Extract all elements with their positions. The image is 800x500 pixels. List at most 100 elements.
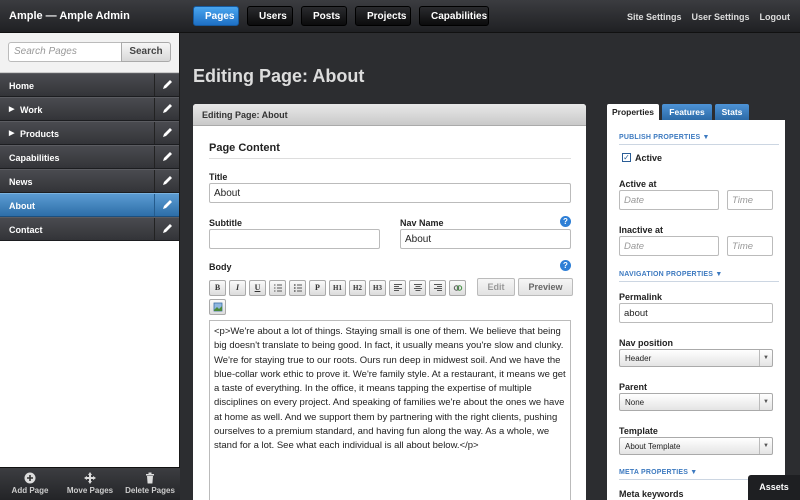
parent-value: None (625, 398, 645, 407)
properties-panel: PUBLISH PROPERTIES ▼ ✓ Active Active at … (607, 120, 785, 500)
align-right-icon (433, 284, 442, 291)
align-left-icon (393, 284, 402, 291)
nav-pages[interactable]: Pages (193, 6, 239, 26)
ordered-list-button[interactable] (269, 280, 286, 296)
help-icon[interactable]: ? (560, 216, 571, 227)
navigation-section-heading[interactable]: NAVIGATION PROPERTIES ▼ (619, 271, 722, 278)
unordered-list-button[interactable] (289, 280, 306, 296)
sidebar-item-work[interactable]: ▶ Work (0, 97, 179, 121)
italic-button[interactable]: I (229, 280, 246, 296)
sidebar-item-products[interactable]: ▶ Products (0, 121, 179, 145)
move-pages-button[interactable]: Move Pages (60, 468, 120, 500)
tab-stats[interactable]: Stats (715, 104, 749, 120)
search-placeholder: Search Pages (14, 46, 77, 57)
nav-users[interactable]: Users (247, 6, 293, 26)
sidebar-item-capabilities[interactable]: Capabilities (0, 145, 179, 169)
align-right-button[interactable] (429, 280, 446, 296)
inactive-date-input[interactable]: Date (619, 236, 719, 256)
trash-icon (146, 472, 154, 484)
delete-pages-button[interactable]: Delete Pages (120, 468, 180, 500)
site-settings-link[interactable]: Site Settings (627, 12, 682, 22)
expand-arrow-icon[interactable]: ▶ (9, 129, 14, 137)
user-settings-link[interactable]: User Settings (691, 12, 749, 22)
insert-link-button[interactable] (449, 280, 466, 296)
title-label: Title (209, 172, 228, 182)
insert-image-button[interactable] (209, 299, 226, 315)
chevron-down-icon: ▼ (759, 438, 772, 454)
page-title: Editing Page: About (193, 66, 365, 86)
active-date-input[interactable]: Date (619, 190, 719, 210)
permalink-input[interactable]: about (619, 303, 773, 323)
edit-page-button[interactable] (154, 98, 179, 120)
sidebar-item-label: News (9, 177, 33, 187)
active-time-input[interactable]: Time (727, 190, 773, 210)
sidebar-item-about[interactable]: About (0, 193, 179, 217)
inactive-time-input[interactable]: Time (727, 236, 773, 256)
nav-posts[interactable]: Posts (301, 6, 347, 26)
align-center-button[interactable] (409, 280, 426, 296)
preview-mode-button[interactable]: Preview (518, 278, 573, 296)
heading3-button[interactable]: H3 (369, 280, 386, 296)
help-icon[interactable]: ? (560, 260, 571, 271)
app-title: Ample — Ample Admin (9, 10, 130, 22)
nav-capabilities[interactable]: Capabilities (419, 6, 489, 26)
heading2-button[interactable]: H2 (349, 280, 366, 296)
edit-mode-button[interactable]: Edit (477, 278, 515, 296)
sidebar-item-label: Capabilities (9, 153, 60, 163)
assets-button[interactable]: Assets (748, 475, 800, 500)
pencil-icon (163, 104, 172, 113)
add-page-button[interactable]: Add Page (0, 468, 60, 500)
nav-position-select[interactable]: Header ▼ (619, 349, 773, 367)
edit-page-button[interactable] (154, 170, 179, 192)
paragraph-button[interactable]: P (309, 280, 326, 296)
search-area: Search Pages Search (0, 33, 179, 73)
navname-input[interactable]: About (400, 229, 571, 249)
meta-section-heading[interactable]: META PROPERTIES ▼ (619, 469, 697, 476)
publish-section-title: PUBLISH PROPERTIES (619, 134, 701, 141)
add-circle-icon (24, 472, 36, 484)
search-input[interactable]: Search Pages (8, 42, 122, 62)
body-textarea[interactable]: <p>We're about a lot of things. Staying … (209, 320, 571, 500)
chevron-down-icon: ▼ (759, 394, 772, 410)
template-select[interactable]: About Template ▼ (619, 437, 773, 455)
chevron-down-icon: ▼ (690, 469, 698, 476)
active-label: Active (635, 153, 663, 163)
navigation-section-title: NAVIGATION PROPERTIES (619, 271, 714, 278)
active-checkbox[interactable]: ✓ (622, 153, 631, 162)
pencil-icon (163, 176, 172, 185)
parent-label: Parent (619, 382, 648, 392)
align-center-icon (413, 284, 422, 291)
publish-section-heading[interactable]: PUBLISH PROPERTIES ▼ (619, 134, 710, 141)
sidebar-item-contact[interactable]: Contact (0, 217, 179, 241)
bold-button[interactable]: B (209, 280, 226, 296)
sidebar-item-news[interactable]: News (0, 169, 179, 193)
add-page-label: Add Page (11, 486, 49, 495)
sidebar-item-label: About (9, 201, 35, 211)
permalink-label: Permalink (619, 292, 663, 302)
navname-label: Nav Name (400, 218, 444, 228)
nav-projects[interactable]: Projects (355, 6, 411, 26)
edit-page-button[interactable] (154, 146, 179, 168)
title-input[interactable]: About (209, 183, 571, 203)
edit-page-button[interactable] (154, 194, 179, 216)
link-icon (453, 285, 462, 291)
pencil-icon (163, 224, 172, 233)
tab-properties[interactable]: Properties (607, 104, 659, 121)
sidebar-item-home[interactable]: Home (0, 73, 179, 97)
parent-select[interactable]: None ▼ (619, 393, 773, 411)
tab-features[interactable]: Features (662, 104, 712, 120)
nav-position-label: Nav position (619, 338, 674, 348)
expand-arrow-icon[interactable]: ▶ (9, 105, 14, 113)
search-button[interactable]: Search (121, 42, 171, 62)
edit-page-button[interactable] (154, 74, 179, 96)
subtitle-input[interactable] (209, 229, 380, 249)
underline-button[interactable]: U (249, 280, 266, 296)
edit-page-button[interactable] (154, 218, 179, 240)
heading1-button[interactable]: H1 (329, 280, 346, 296)
align-left-button[interactable] (389, 280, 406, 296)
inactive-at-label: Inactive at (619, 225, 664, 235)
logout-link[interactable]: Logout (760, 12, 791, 22)
move-pages-label: Move Pages (66, 486, 114, 495)
edit-page-button[interactable] (154, 122, 179, 144)
pencil-icon (163, 200, 172, 209)
